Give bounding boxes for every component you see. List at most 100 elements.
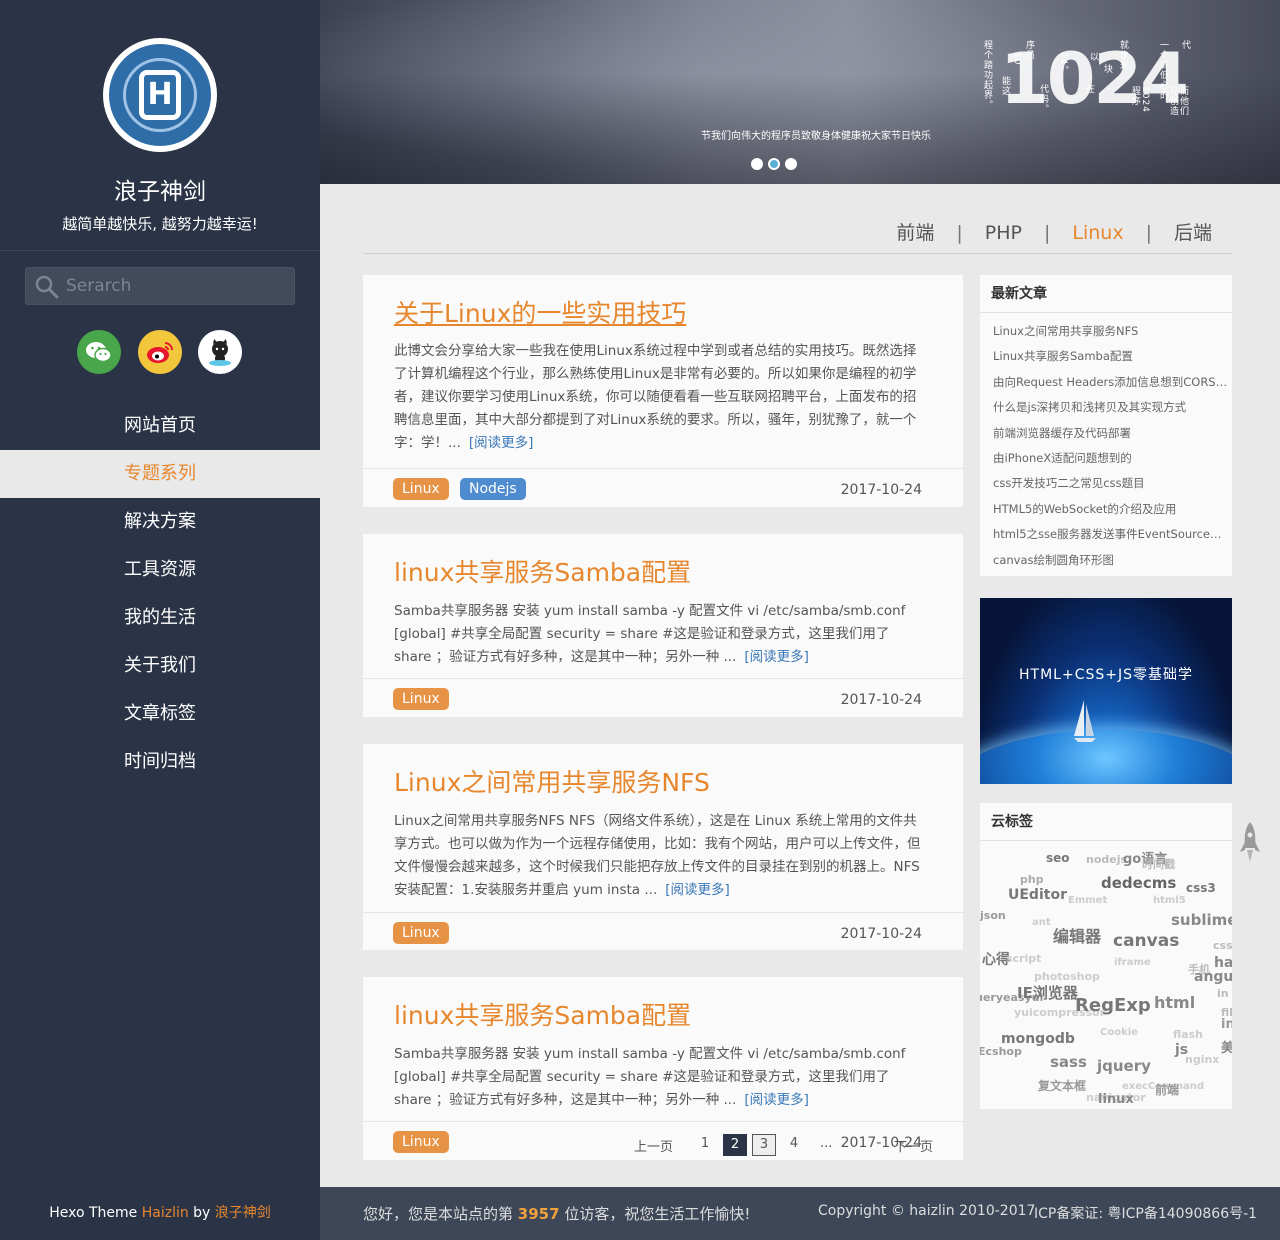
page-link-1[interactable]: 1	[693, 1134, 717, 1156]
cloud-tag[interactable]: nodejs	[1086, 853, 1127, 866]
nav-item-archive[interactable]: 时间归档	[0, 738, 320, 786]
latest-post-link[interactable]: 由向Request Headers添加信息想到CORS跨域	[993, 370, 1229, 395]
cloud-tag[interactable]: script	[1006, 952, 1041, 965]
latest-post-link[interactable]: css开发技巧二之常见css题目	[993, 471, 1229, 496]
tag-linux[interactable]: Linux	[393, 688, 449, 710]
latest-post-link[interactable]: Linux共享服务Samba配置	[993, 344, 1229, 369]
author-link[interactable]: 浪子神剑	[215, 1205, 271, 1221]
post-title[interactable]: linux共享服务Samba配置	[394, 553, 691, 589]
cloud-tag[interactable]: 复文本框	[1038, 1077, 1086, 1094]
tab-backend[interactable]: 后端	[1174, 222, 1212, 244]
back-to-top-rocket-icon[interactable]	[1240, 822, 1260, 866]
cloud-tag[interactable]: flash	[1173, 1028, 1203, 1041]
cloud-tag[interactable]: IE浏览器	[1017, 982, 1078, 1003]
nav-item-tags[interactable]: 文章标签	[0, 690, 320, 738]
banner-carousel[interactable]: 1024 程个踏功起界。 序员 10 24。 以 就像是 块 一个调低心的 代 …	[320, 0, 1280, 184]
cloud-tag[interactable]: json	[980, 909, 1006, 922]
latest-post-link[interactable]: 由iPhoneX适配问题想到的	[993, 446, 1229, 471]
post-title[interactable]: linux共享服务Samba配置	[394, 996, 691, 1032]
category-tabs: 前端 | PHP | Linux | 后端	[363, 214, 1232, 254]
nav-item-life[interactable]: 我的生活	[0, 594, 320, 642]
cloud-tag[interactable]: nginx	[1185, 1053, 1219, 1066]
earth-graphic	[980, 730, 1232, 784]
cloud-tag[interactable]: input	[1221, 1017, 1232, 1032]
tab-frontend[interactable]: 前端	[896, 222, 934, 244]
nav-item-tools[interactable]: 工具资源	[0, 546, 320, 594]
read-more-link[interactable]: [阅读更多]	[744, 1092, 809, 1108]
cloud-tag[interactable]: RegExp	[1075, 995, 1151, 1016]
cloud-tag[interactable]: iframe	[1114, 957, 1151, 968]
cloud-tag[interactable]: seo	[1046, 851, 1070, 865]
cloud-tag[interactable]: canvas	[1113, 931, 1179, 951]
read-more-link[interactable]: [阅读更多]	[744, 649, 809, 665]
tag-linux[interactable]: Linux	[393, 922, 449, 944]
site-title[interactable]: 浪子神剑	[0, 172, 320, 206]
cloud-tag[interactable]: 前端	[1155, 1081, 1179, 1098]
cloud-tag[interactable]: Emmet	[1068, 895, 1107, 906]
latest-post-link[interactable]: HTML5的WebSocket的介绍及应用	[993, 497, 1229, 522]
latest-post-link[interactable]: 什么是js深拷贝和浅拷贝及其实现方式	[993, 395, 1229, 420]
nav-item-solutions[interactable]: 解决方案	[0, 498, 320, 546]
tab-php[interactable]: PHP	[985, 222, 1022, 244]
read-more-link[interactable]: [阅读更多]	[469, 435, 534, 451]
tag-nodejs[interactable]: Nodejs	[460, 478, 526, 500]
cloud-tag[interactable]: UEditor	[1008, 887, 1067, 903]
nav-item-series[interactable]: 专题系列	[0, 450, 320, 498]
cloud-tag[interactable]: sass	[1050, 1053, 1087, 1071]
latest-post-link[interactable]: html5之sse服务器发送事件EventSource介绍	[993, 522, 1229, 547]
sailboat-icon	[1074, 700, 1096, 742]
page-link-4[interactable]: 4	[782, 1134, 806, 1156]
tag-linux[interactable]: Linux	[393, 478, 449, 500]
tag-linux[interactable]: Linux	[393, 1131, 449, 1153]
weibo-button[interactable]	[138, 330, 182, 374]
tab-linux[interactable]: Linux	[1072, 222, 1123, 244]
cloud-tag[interactable]: 美化	[1221, 1037, 1232, 1056]
cloud-tag[interactable]: html	[1154, 993, 1195, 1012]
carousel-dot-2[interactable]	[768, 158, 780, 170]
carousel-dot-3[interactable]	[785, 158, 797, 170]
read-more-link[interactable]: [阅读更多]	[665, 882, 730, 898]
search-box[interactable]	[25, 267, 295, 305]
cloud-tag[interactable]: html5	[1153, 895, 1186, 906]
post-date: 2017-10-24	[840, 692, 922, 708]
cloud-tag[interactable]: Ecshop	[980, 1045, 1022, 1058]
avatar[interactable]: H	[103, 38, 217, 152]
wechat-button[interactable]	[77, 330, 121, 374]
post-title[interactable]: Linux之间常用共享服务NFS	[394, 763, 710, 799]
post-title[interactable]: 关于Linux的一些实用技巧	[394, 294, 686, 330]
course-ad-banner[interactable]: HTML+CSS+JS零基础学	[980, 598, 1232, 784]
prev-page-link[interactable]: 上一页	[634, 1136, 673, 1155]
next-page-link[interactable]: 下一页	[894, 1136, 933, 1155]
latest-post-link[interactable]: canvas绘制圆角环形图	[993, 548, 1229, 573]
nav-item-about[interactable]: 关于我们	[0, 642, 320, 690]
carousel-dot-1[interactable]	[751, 158, 763, 170]
cloud-tag[interactable]: 时间戳	[1142, 856, 1175, 872]
page-link-3[interactable]: 3	[752, 1134, 776, 1156]
latest-post-link[interactable]: 前端浏览器缓存及代码部署	[993, 421, 1229, 446]
latest-post-link[interactable]: Linux之间常用共享服务NFS	[993, 319, 1229, 344]
cloud-tag[interactable]: linux	[1098, 1092, 1134, 1107]
cloud-tag[interactable]: php	[1020, 873, 1044, 886]
icp-link[interactable]: ICP备案证: 粤ICP备14090866号-1	[1034, 1203, 1257, 1223]
search-icon[interactable]	[34, 274, 60, 300]
theme-link[interactable]: Haizlin	[142, 1205, 189, 1221]
cloud-tag[interactable]: angular	[1194, 969, 1232, 985]
cloud-tag[interactable]: jquery	[1097, 1057, 1151, 1075]
page-link-2[interactable]: 2	[723, 1134, 747, 1156]
cloud-tag[interactable]: dedecms	[1101, 874, 1176, 892]
poem-col: 24。	[1058, 52, 1068, 76]
cloud-tag[interactable]: in	[1217, 987, 1229, 1000]
search-input[interactable]	[66, 272, 286, 300]
cloud-tag[interactable]: sublime	[1171, 911, 1232, 929]
nav-item-home[interactable]: 网站首页	[0, 402, 320, 450]
post-footer: Linux Nodejs 2017-10-24	[363, 468, 963, 507]
poem-col: 1024程序	[1130, 86, 1150, 113]
github-button[interactable]	[198, 330, 242, 374]
cloud-tag[interactable]: 编辑器	[1053, 923, 1101, 947]
cloud-tag[interactable]: css	[1213, 939, 1232, 952]
cloud-tag[interactable]: ant	[1032, 917, 1051, 928]
cloud-tag[interactable]: css3	[1186, 881, 1216, 895]
cloud-tag[interactable]: Cookie	[1100, 1027, 1138, 1038]
sidebar: H 浪子神剑 越简单越快乐, 越努力越幸运! Serarch 网站首页 专题系列…	[0, 0, 320, 1240]
post-excerpt-text: Linux之间常用共享服务NFS NFS（网络文件系统），这是在 Linux 系…	[394, 813, 921, 898]
